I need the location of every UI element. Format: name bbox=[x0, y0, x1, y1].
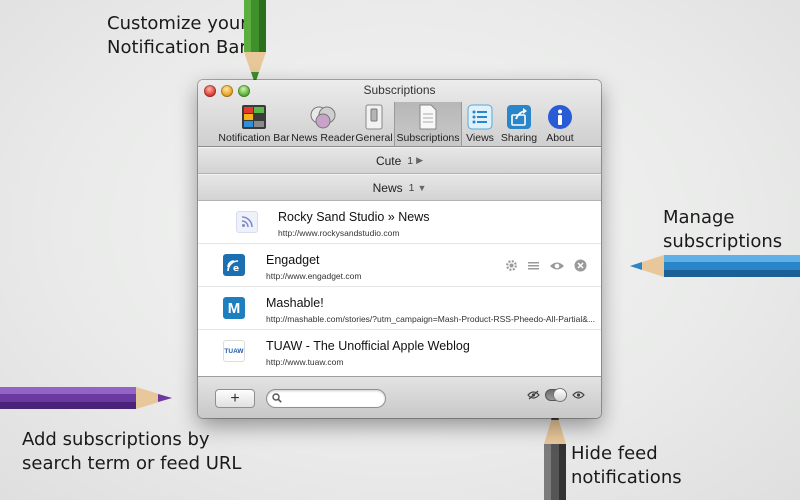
tab-label: Views bbox=[466, 132, 494, 144]
mashable-icon: M bbox=[223, 297, 245, 319]
feed-name: Engadget bbox=[266, 253, 320, 267]
list-options-icon[interactable] bbox=[527, 259, 540, 272]
rss-feed-icon bbox=[236, 211, 258, 233]
eye-icon[interactable] bbox=[549, 260, 565, 272]
bottom-bar: + bbox=[198, 376, 601, 418]
callout-manage-subscriptions: Manage subscriptions bbox=[663, 207, 783, 252]
callout-add-subscriptions: Add subscriptions by search term or feed… bbox=[22, 429, 242, 474]
tab-label: Notification Bar bbox=[218, 132, 290, 144]
notification-visibility-control bbox=[527, 388, 585, 402]
chevron-right-icon: ▶ bbox=[416, 155, 424, 165]
tab-notification-bar[interactable]: Notification Bar bbox=[216, 102, 292, 146]
feed-name: Rocky Sand Studio » News bbox=[278, 210, 430, 224]
general-switch-icon bbox=[360, 104, 388, 130]
feed-url: http://mashable.com/stories/?utm_campaig… bbox=[266, 314, 596, 324]
eye-visible-icon bbox=[572, 391, 585, 399]
row-actions bbox=[505, 259, 587, 272]
list-item[interactable]: M Mashable! http://mashable.com/stories/… bbox=[198, 287, 601, 330]
notification-bar-icon bbox=[240, 104, 268, 130]
views-list-icon bbox=[466, 104, 494, 130]
callout-customize-notification-bar: Customize your Notification Bar bbox=[107, 13, 248, 58]
callout-hide-feed-notifications: Hide feed notifications bbox=[571, 443, 682, 488]
tab-subscriptions[interactable]: Subscriptions bbox=[394, 102, 462, 146]
group-header-news[interactable]: News 1 ▼ bbox=[198, 174, 601, 201]
title-bar: Subscriptions Notification Bar News Read… bbox=[198, 80, 601, 147]
gray-pencil-icon bbox=[544, 408, 566, 500]
group-name: News bbox=[372, 180, 403, 195]
engadget-icon: e bbox=[223, 254, 245, 276]
tab-about[interactable]: About bbox=[540, 102, 580, 146]
tab-views[interactable]: Views bbox=[462, 102, 498, 146]
tab-sharing[interactable]: Sharing bbox=[498, 102, 540, 146]
toggle-knob bbox=[553, 388, 567, 402]
eye-hidden-icon bbox=[527, 390, 540, 400]
hide-notifications-toggle[interactable] bbox=[545, 388, 567, 402]
tab-label: Subscriptions bbox=[396, 132, 460, 144]
list-item[interactable]: Rocky Sand Studio » News http://www.rock… bbox=[198, 201, 601, 244]
group-count: 1 bbox=[408, 181, 415, 194]
list-item[interactable]: TUAW TUAW - The Unofficial Apple Weblog … bbox=[198, 330, 601, 373]
group-count: 1 bbox=[407, 154, 414, 167]
search-input[interactable] bbox=[266, 389, 386, 408]
feed-name: Mashable! bbox=[266, 296, 324, 310]
about-info-icon bbox=[546, 104, 574, 130]
tab-label: News Reader bbox=[291, 132, 355, 144]
subscriptions-document-icon bbox=[414, 104, 442, 130]
chevron-down-icon: ▼ bbox=[417, 182, 427, 193]
group-header-cute[interactable]: Cute 1 ▶ bbox=[198, 147, 601, 174]
tab-news-reader[interactable]: News Reader bbox=[291, 102, 355, 146]
tuaw-icon: TUAW bbox=[223, 340, 245, 362]
mashable-logo-letter: M bbox=[227, 299, 241, 317]
window-title: Subscriptions bbox=[363, 83, 436, 97]
sharing-arrow-icon bbox=[505, 104, 533, 130]
blue-pencil-icon bbox=[630, 255, 800, 277]
feed-name: TUAW - The Unofficial Apple Weblog bbox=[266, 339, 470, 353]
tab-label: General bbox=[355, 132, 393, 144]
tab-general[interactable]: General bbox=[354, 102, 394, 146]
subscriptions-window: Subscriptions Notification Bar News Read… bbox=[198, 80, 601, 418]
tuaw-logo-text: TUAW bbox=[224, 347, 244, 355]
add-subscription-button[interactable]: + bbox=[215, 389, 255, 408]
feed-list: Rocky Sand Studio » News http://www.rock… bbox=[198, 201, 601, 376]
group-name: Cute bbox=[375, 153, 402, 168]
green-pencil-icon bbox=[244, 0, 266, 84]
svg-text:e: e bbox=[233, 264, 239, 274]
feed-url: http://www.tuaw.com bbox=[266, 357, 344, 367]
search-icon bbox=[272, 393, 282, 403]
purple-pencil-icon bbox=[0, 387, 172, 409]
preferences-toolbar: Notification Bar News Reader General Sub… bbox=[216, 102, 580, 146]
news-reader-icon bbox=[309, 104, 337, 130]
feed-url: http://www.engadget.com bbox=[266, 271, 362, 281]
list-item[interactable]: e Engadget http://www.engadget.com bbox=[198, 244, 601, 287]
remove-circle-icon[interactable] bbox=[574, 259, 587, 272]
tab-label: About bbox=[546, 132, 574, 144]
feed-url: http://www.rockysandstudio.com bbox=[278, 228, 400, 238]
tab-label: Sharing bbox=[500, 132, 538, 144]
gear-icon[interactable] bbox=[505, 259, 518, 272]
